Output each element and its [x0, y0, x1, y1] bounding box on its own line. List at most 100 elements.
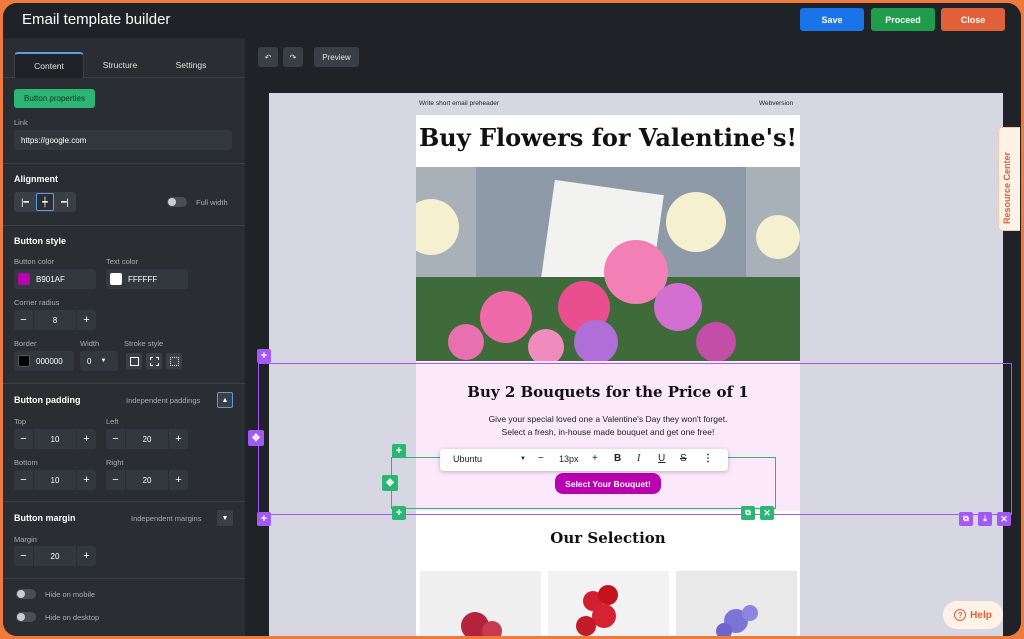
chevron-down-icon[interactable]: ▼ [520, 456, 526, 462]
preheader-text[interactable]: Write short email preheader [419, 100, 499, 107]
align-left-icon[interactable]: |━ [16, 193, 34, 211]
corner-radius-stepper[interactable]: − 8 + [14, 310, 96, 330]
increase-size-icon[interactable]: + [592, 453, 598, 464]
decrease-size-icon[interactable]: − [538, 453, 544, 464]
border-color-value: 000000 [36, 356, 63, 366]
add-row-below-icon[interactable]: + [257, 512, 271, 526]
plus-icon[interactable]: + [76, 310, 96, 330]
question-icon: ? [954, 609, 967, 621]
app-title: Email template builder [22, 11, 171, 28]
text-color-field[interactable]: FFFFFF [106, 269, 188, 289]
tab-content[interactable]: Content [14, 52, 84, 78]
product-image[interactable] [548, 571, 669, 636]
border-width-value: 0 [87, 356, 92, 366]
italic-icon[interactable]: I [637, 453, 640, 464]
add-block-below-icon[interactable]: + [392, 506, 406, 520]
text-color-swatch [110, 273, 122, 285]
product-image[interactable] [676, 571, 797, 636]
webversion-link[interactable]: Webversion [759, 100, 793, 107]
resource-center-tab[interactable]: Resource Center [998, 127, 1020, 231]
save-row-icon[interactable]: ⤓ [978, 512, 992, 526]
tab-structure[interactable]: Structure [85, 52, 155, 78]
margin-value: 20 [50, 551, 60, 561]
solid-stroke-icon[interactable] [126, 353, 142, 369]
plus-icon[interactable]: + [76, 470, 96, 490]
chevron-down-icon[interactable]: ▼ [217, 510, 233, 526]
minus-icon[interactable]: − [14, 429, 34, 449]
plus-icon[interactable]: + [168, 429, 188, 449]
settings-sidebar: Content Structure Settings Button proper… [3, 38, 245, 636]
minus-icon[interactable]: − [14, 310, 34, 330]
align-center-icon[interactable]: ┿ [36, 193, 54, 211]
font-size-value[interactable]: 13px [559, 454, 579, 464]
add-block-above-icon[interactable]: + [392, 444, 406, 458]
plus-icon[interactable]: + [168, 470, 188, 490]
padding-right-stepper[interactable]: − 20 + [106, 470, 188, 490]
font-select[interactable]: Ubuntu [453, 454, 482, 464]
padding-left-value: 20 [142, 434, 152, 444]
hide-desktop-toggle[interactable] [16, 612, 36, 622]
minus-icon[interactable]: − [14, 546, 34, 566]
left-label: Left [106, 417, 119, 426]
proceed-button[interactable]: Proceed [871, 8, 935, 31]
minus-icon[interactable]: − [14, 470, 34, 490]
plus-icon[interactable]: + [76, 429, 96, 449]
padding-top-stepper[interactable]: − 10 + [14, 429, 96, 449]
padding-bottom-stepper[interactable]: − 10 + [14, 470, 96, 490]
padding-left-stepper[interactable]: − 20 + [106, 429, 188, 449]
alignment-title: Alignment [14, 174, 58, 184]
independent-paddings-label: Independent paddings [126, 396, 201, 405]
save-button[interactable]: Save [800, 8, 864, 31]
duplicate-block-icon[interactable]: ⧉ [741, 506, 755, 520]
strikethrough-icon[interactable]: S [680, 453, 687, 464]
link-input[interactable]: https://google.com [14, 130, 232, 150]
flowers-hero-image[interactable] [416, 167, 800, 361]
bottom-label: Bottom [14, 458, 38, 467]
delete-block-icon[interactable]: ✕ [760, 506, 774, 520]
divider [3, 225, 245, 226]
dotted-stroke-icon[interactable] [166, 353, 182, 369]
more-options-icon[interactable]: ⋮ [703, 453, 713, 464]
product-image[interactable] [420, 571, 541, 636]
minus-icon[interactable]: − [106, 429, 126, 449]
move-row-icon[interactable]: ✥ [248, 430, 264, 446]
full-width-label: Full width [196, 198, 228, 207]
corner-radius-label: Corner radius [14, 298, 60, 307]
dashed-stroke-icon[interactable] [146, 353, 162, 369]
button-properties-badge[interactable]: Button properties [14, 89, 95, 108]
padding-right-value: 20 [142, 475, 152, 485]
close-button[interactable]: Close [941, 8, 1005, 31]
delete-row-icon[interactable]: ✕ [997, 512, 1011, 526]
right-label: Right [106, 458, 124, 467]
hide-mobile-label: Hide on mobile [45, 590, 96, 599]
minus-icon[interactable]: − [106, 470, 126, 490]
border-label: Border [14, 339, 37, 348]
border-width-select[interactable]: 0 ▼ [80, 351, 118, 371]
top-label: Top [14, 417, 27, 426]
add-row-above-icon[interactable]: + [257, 349, 271, 363]
underline-icon[interactable]: U [658, 453, 665, 464]
move-block-icon[interactable]: ✥ [382, 475, 398, 491]
bold-icon[interactable]: B [614, 453, 621, 464]
help-label: Help [970, 609, 992, 621]
email-title[interactable]: Buy Flowers for Valentine's! [416, 123, 800, 152]
divider [3, 501, 245, 502]
preview-button[interactable]: Preview [314, 47, 359, 67]
button-color-field[interactable]: B901AF [14, 269, 96, 289]
border-color-swatch [18, 355, 30, 367]
hide-mobile-toggle[interactable] [16, 589, 36, 599]
chevron-up-icon[interactable]: ▲ [217, 392, 233, 408]
text-format-toolbar: Ubuntu ▼ − 13px + B I U S ⋮ [440, 449, 728, 471]
tab-settings[interactable]: Settings [156, 52, 226, 78]
border-color-field[interactable]: 000000 [14, 351, 74, 371]
hide-desktop-label: Hide on desktop [45, 613, 100, 622]
full-width-toggle[interactable] [167, 197, 187, 207]
margin-stepper[interactable]: − 20 + [14, 546, 96, 566]
redo-icon[interactable]: ↷ [283, 47, 303, 67]
help-button[interactable]: ? Help [943, 601, 1003, 629]
selection-heading[interactable]: Our Selection [416, 529, 800, 547]
duplicate-row-icon[interactable]: ⧉ [959, 512, 973, 526]
undo-icon[interactable]: ↶ [258, 47, 278, 67]
align-right-icon[interactable]: ━| [56, 193, 74, 211]
plus-icon[interactable]: + [76, 546, 96, 566]
